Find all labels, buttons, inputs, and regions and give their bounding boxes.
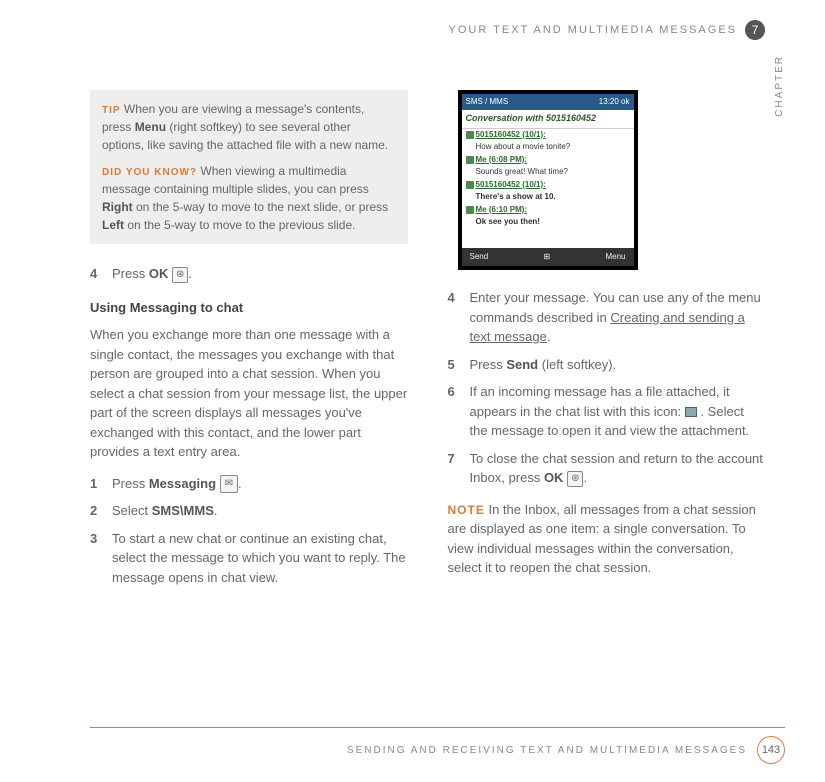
screenshot-message: Me (6:10 PM): Ok see you then! [466, 204, 630, 228]
screenshot-message: 5015160452 (10/1): How about a movie ton… [466, 129, 630, 153]
step-4-right: 4 Enter your message. You can use any of… [448, 288, 766, 347]
screenshot-titlebar: SMS / MMS 13:20 ok [462, 94, 634, 110]
ok-icon: ⊛ [172, 267, 188, 283]
sender-icon [466, 156, 474, 164]
step-text: Press Messaging ✉. [112, 474, 408, 494]
phone-screenshot: SMS / MMS 13:20 ok Conversation with 501… [458, 90, 638, 270]
step-text: Press Send (left softkey). [470, 355, 766, 375]
ok-icon: ⊛ [567, 471, 583, 487]
step-text: To close the chat session and return to … [470, 449, 766, 488]
screenshot-body: 5015160452 (10/1): How about a movie ton… [462, 129, 634, 249]
chapter-number-badge: 7 [745, 20, 765, 40]
page-footer: SENDING AND RECEIVING TEXT AND MULTIMEDI… [90, 727, 785, 764]
screenshot-message: Me (6:08 PM): Sounds great! What time? [466, 154, 630, 178]
step-number: 4 [448, 288, 462, 347]
step-1: 1 Press Messaging ✉. [90, 474, 408, 494]
right-column: SMS / MMS 13:20 ok Conversation with 501… [448, 90, 766, 595]
note-label: NOTE [448, 503, 485, 517]
page-number: 143 [757, 736, 785, 764]
attachment-icon [685, 407, 697, 417]
screenshot-message: 5015160452 (10/1): There's a show at 10. [466, 179, 630, 203]
step-number: 7 [448, 449, 462, 488]
step-4: 4 Press OK ⊛. [90, 264, 408, 284]
footer-text: SENDING AND RECEIVING TEXT AND MULTIMEDI… [347, 743, 747, 758]
step-6-right: 6 If an incoming message has a file atta… [448, 382, 766, 441]
step-number: 2 [90, 501, 104, 521]
subheading: Using Messaging to chat [90, 298, 408, 318]
screenshot-conversation-title: Conversation with 5015160452 [462, 110, 634, 129]
step-text: To start a new chat or continue an exist… [112, 529, 408, 588]
sender-icon [466, 181, 474, 189]
left-column: TIP When you are viewing a message's con… [90, 90, 408, 595]
step-number: 6 [448, 382, 462, 441]
step-2: 2 Select SMS\MMS. [90, 501, 408, 521]
step-5-right: 5 Press Send (left softkey). [448, 355, 766, 375]
didyouknow-paragraph: DID YOU KNOW? When viewing a multimedia … [102, 162, 396, 234]
messaging-icon: ✉ [220, 475, 238, 493]
header-title: YOUR TEXT AND MULTIMEDIA MESSAGES [449, 22, 738, 39]
did-you-know-label: DID YOU KNOW? [102, 167, 197, 178]
step-text: Select SMS\MMS. [112, 501, 408, 521]
tip-paragraph: TIP When you are viewing a message's con… [102, 100, 396, 154]
step-number: 4 [90, 264, 104, 284]
page-header: YOUR TEXT AND MULTIMEDIA MESSAGES 7 [90, 20, 765, 40]
intro-paragraph: When you exchange more than one message … [90, 325, 408, 462]
step-text: Enter your message. You can use any of t… [470, 288, 766, 347]
screenshot-softkeys: Send ⊞ Menu [462, 248, 634, 266]
sender-icon [466, 206, 474, 214]
step-number: 3 [90, 529, 104, 588]
sender-icon [466, 131, 474, 139]
step-text: Press OK ⊛. [112, 264, 408, 284]
step-7-right: 7 To close the chat session and return t… [448, 449, 766, 488]
step-number: 5 [448, 355, 462, 375]
step-text: If an incoming message has a file attach… [470, 382, 766, 441]
note-paragraph: NOTE In the Inbox, all messages from a c… [448, 500, 766, 578]
tip-label: TIP [102, 105, 121, 116]
step-3: 3 To start a new chat or continue an exi… [90, 529, 408, 588]
callout-box: TIP When you are viewing a message's con… [90, 90, 408, 244]
chapter-side-label: CHAPTER [772, 55, 787, 117]
step-number: 1 [90, 474, 104, 494]
